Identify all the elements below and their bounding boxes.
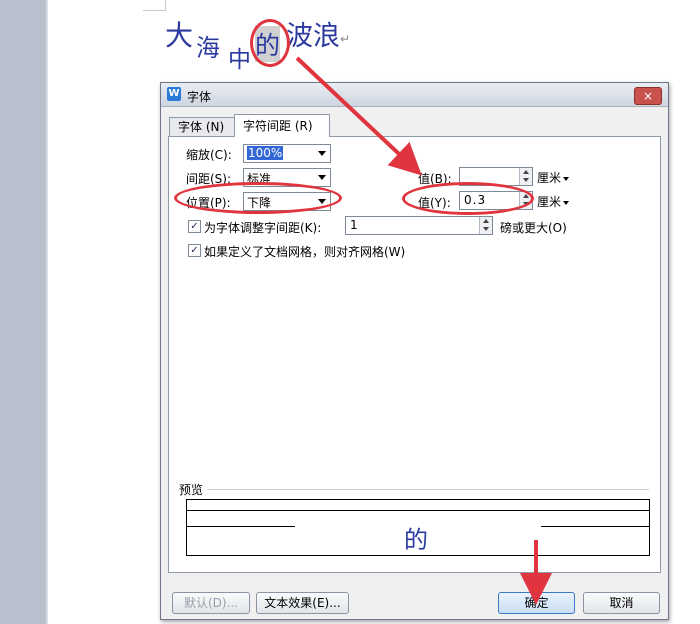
scale-select[interactable]: 100% bbox=[243, 144, 331, 163]
left-ruler-gutter bbox=[0, 0, 46, 624]
spin-down-icon bbox=[483, 227, 489, 231]
preview-divider bbox=[207, 489, 649, 490]
chevron-down-icon bbox=[563, 176, 570, 181]
scale-label: 缩放(C): bbox=[186, 148, 232, 162]
spacing-unit: 厘米 bbox=[537, 171, 562, 185]
doc-char[interactable]: 海 bbox=[196, 28, 220, 63]
tab-character-spacing[interactable]: 字符间距 (R) bbox=[234, 114, 330, 137]
spin-up-icon bbox=[483, 219, 489, 223]
dialog-title: 字体 bbox=[187, 90, 212, 104]
kerning-value: 1 bbox=[350, 218, 359, 232]
kerning-checkbox[interactable]: ✓ bbox=[188, 220, 201, 233]
chevron-down-icon bbox=[318, 175, 326, 180]
scale-value: 100% bbox=[247, 146, 284, 160]
page-margin-corner bbox=[143, 0, 166, 11]
kerning-spinner[interactable]: 1 bbox=[345, 216, 493, 235]
kerning-label: 为字体调整字间距(K): bbox=[204, 221, 322, 235]
preview-top-line bbox=[187, 510, 649, 511]
spacing-unit-select[interactable]: 厘米 bbox=[537, 169, 570, 186]
kerning-suffix: 磅或更大(O) bbox=[500, 221, 567, 235]
paragraph-mark: ↵ bbox=[340, 32, 351, 46]
preview-char: 的 bbox=[404, 526, 428, 554]
close-button[interactable]: × bbox=[634, 87, 662, 105]
spinner-buttons[interactable] bbox=[519, 168, 532, 185]
font-dialog: W 字体 × 字体 (N) 字符间距 (R) 缩放(C): 100% 间距(S)… bbox=[160, 82, 669, 620]
preview-box: 的 bbox=[186, 499, 650, 556]
position-unit: 厘米 bbox=[537, 195, 562, 209]
dialog-titlebar[interactable]: W 字体 × bbox=[161, 83, 668, 107]
annotation-circle-position bbox=[174, 182, 342, 214]
snap-grid-label: 如果定义了文档网格，则对齐网格(W) bbox=[204, 245, 406, 259]
snap-grid-checkbox[interactable]: ✓ bbox=[188, 244, 201, 257]
wps-writer-icon: W bbox=[167, 87, 181, 101]
doc-char[interactable]: 大 bbox=[165, 14, 193, 54]
preview-baseline-right bbox=[541, 526, 649, 527]
spin-up-icon bbox=[523, 170, 529, 174]
spinner-buttons[interactable] bbox=[479, 217, 492, 234]
doc-char[interactable]: 波 bbox=[286, 14, 313, 53]
annotation-circle-char bbox=[250, 19, 290, 67]
preview-baseline-left bbox=[187, 526, 295, 527]
chevron-down-icon bbox=[563, 200, 570, 205]
text-effects-button[interactable]: 文本效果(E)... bbox=[256, 592, 349, 614]
ok-button[interactable]: 确定 bbox=[498, 592, 575, 614]
cancel-button[interactable]: 取消 bbox=[583, 592, 660, 614]
chevron-down-icon bbox=[318, 151, 326, 156]
doc-char[interactable]: 中 bbox=[228, 40, 251, 74]
default-button[interactable]: 默认(D)... bbox=[172, 592, 250, 614]
position-unit-select[interactable]: 厘米 bbox=[537, 193, 570, 210]
preview-label: 预览 bbox=[179, 483, 204, 497]
tab-font[interactable]: 字体 (N) bbox=[169, 117, 235, 137]
doc-char[interactable]: 浪 bbox=[313, 14, 340, 53]
annotation-circle-value bbox=[402, 182, 534, 215]
spin-down-icon bbox=[523, 178, 529, 182]
